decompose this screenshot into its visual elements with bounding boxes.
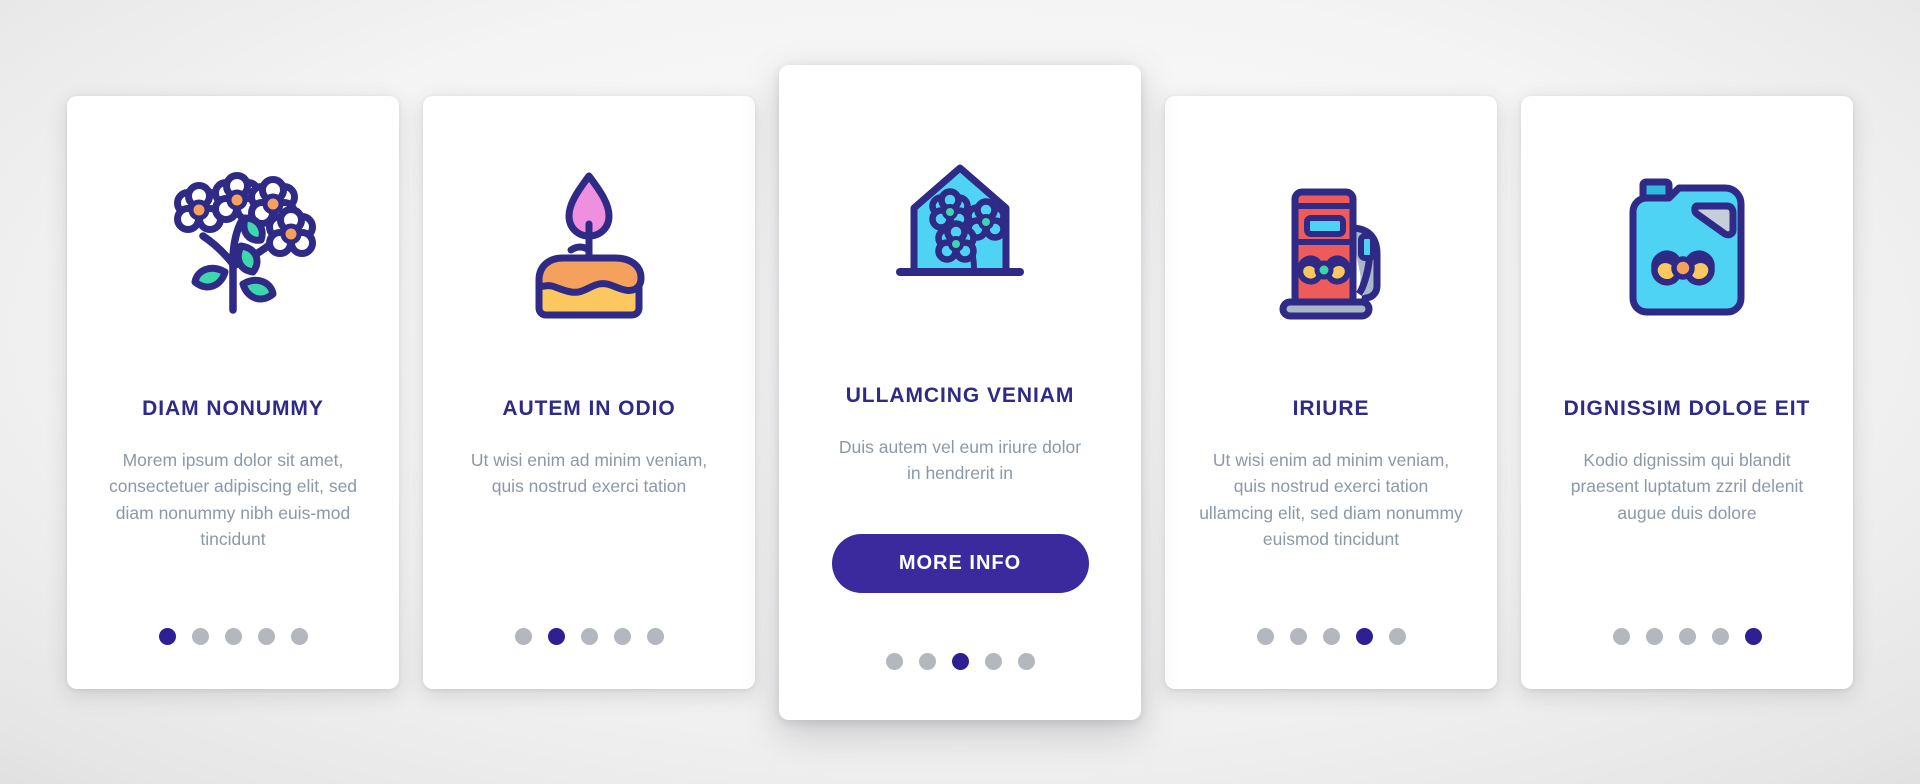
pagination-dot[interactable]	[547, 627, 565, 645]
onboarding-screens-container: DIAM NONUMMY Morem ipsum dolor sit amet,…	[0, 0, 1920, 784]
pagination-dots[interactable]	[1165, 627, 1497, 645]
card-title: DIGNISSIM DOLOE EIT	[1563, 396, 1811, 420]
card-body-text: Duis autem vel eum iriure dolor in hendr…	[838, 436, 1082, 484]
onboarding-card-1[interactable]: DIAM NONUMMY Morem ipsum dolor sit amet,…	[67, 95, 399, 689]
card-title: DIAM NONUMMY	[142, 396, 324, 420]
onboarding-card-4[interactable]: IRIURE Ut wisi enim ad minim veniam, qui…	[1165, 95, 1497, 689]
pagination-dot[interactable]	[613, 627, 631, 645]
card-icon-wrap	[797, 65, 1123, 383]
pagination-dot[interactable]	[580, 627, 598, 645]
card-icon-wrap	[1539, 96, 1835, 396]
pagination-dot[interactable]	[158, 627, 176, 645]
flower-branch-icon	[149, 162, 317, 330]
pagination-dots[interactable]	[779, 652, 1141, 670]
card-body-text: Kodio dignissim qui blandit praesent lup…	[1570, 449, 1804, 523]
onboarding-card-5[interactable]: DIGNISSIM DOLOE EIT Kodio dignissim qui …	[1521, 95, 1853, 689]
jerrycan-icon	[1603, 162, 1771, 330]
pagination-dot[interactable]	[191, 627, 209, 645]
pagination-dot[interactable]	[885, 652, 903, 670]
card-icon-wrap	[441, 96, 737, 396]
pagination-dot[interactable]	[646, 627, 664, 645]
card-body-text: Ut wisi enim ad minim veniam, quis nostr…	[1199, 449, 1463, 550]
pagination-dot[interactable]	[224, 627, 242, 645]
pagination-dot[interactable]	[290, 627, 308, 645]
pagination-dot[interactable]	[1017, 652, 1035, 670]
pagination-dot[interactable]	[1322, 627, 1340, 645]
pagination-dot[interactable]	[1612, 627, 1630, 645]
onboarding-card-3-featured[interactable]: ULLAMCING VENIAM Duis autem vel eum iriu…	[779, 64, 1141, 720]
card-body-text: Ut wisi enim ad minim veniam, quis nostr…	[470, 449, 708, 497]
pagination-dot[interactable]	[1744, 627, 1762, 645]
pagination-dot[interactable]	[918, 652, 936, 670]
greenhouse-icon	[876, 140, 1044, 308]
more-info-button[interactable]: MORE INFO	[831, 534, 1089, 594]
card-title: IRIURE	[1292, 396, 1370, 420]
pagination-dot[interactable]	[514, 627, 532, 645]
pagination-dots[interactable]	[67, 627, 399, 645]
pagination-dot[interactable]	[1678, 627, 1696, 645]
onboarding-card-2[interactable]: AUTEM IN ODIO Ut wisi enim ad minim veni…	[423, 95, 755, 689]
card-icon-wrap	[85, 96, 381, 396]
pagination-dot[interactable]	[951, 652, 969, 670]
birthday-cake-candle-icon	[505, 162, 673, 330]
pagination-dot[interactable]	[257, 627, 275, 645]
pagination-dots[interactable]	[423, 627, 755, 645]
fuel-pump-icon	[1247, 162, 1415, 330]
card-title: AUTEM IN ODIO	[502, 396, 676, 420]
pagination-dot[interactable]	[984, 652, 1002, 670]
card-icon-wrap	[1183, 96, 1479, 396]
pagination-dot[interactable]	[1388, 627, 1406, 645]
card-body-text: Morem ipsum dolor sit amet, consectetuer…	[108, 449, 358, 550]
card-title: ULLAMCING VENIAM	[845, 383, 1075, 407]
pagination-dot[interactable]	[1711, 627, 1729, 645]
pagination-dot[interactable]	[1256, 627, 1274, 645]
pagination-dots[interactable]	[1521, 627, 1853, 645]
pagination-dot[interactable]	[1645, 627, 1663, 645]
pagination-dot[interactable]	[1289, 627, 1307, 645]
pagination-dot[interactable]	[1355, 627, 1373, 645]
